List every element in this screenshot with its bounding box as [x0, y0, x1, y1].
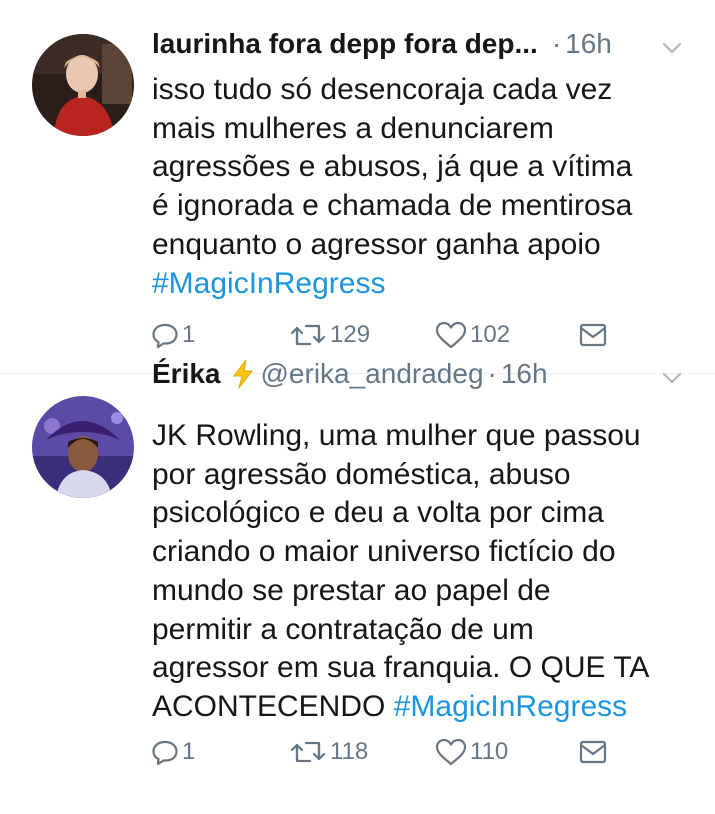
reply-count: 1 — [182, 321, 196, 348]
avatar[interactable] — [32, 34, 134, 136]
envelope-icon — [578, 737, 608, 767]
tweet-text-line: por agressão doméstica, abuso — [152, 457, 571, 491]
reply-icon — [150, 737, 180, 767]
tweet-text: JK Rowling, uma mulher que passou por ag… — [152, 417, 685, 727]
tweet-text-line: mais mulheres a denunciarem — [152, 111, 554, 145]
hashtag-link[interactable]: #MagicInRegress — [394, 690, 627, 723]
display-name[interactable]: laurinha fora depp fora dep... — [152, 28, 538, 60]
reply-button[interactable]: 1 — [150, 737, 195, 767]
avatar[interactable] — [32, 396, 134, 498]
tweet-text-line: isso tudo só desencoraja cada vez — [152, 73, 613, 106]
separator-dot: · — [551, 28, 562, 59]
tweet-text-line: ACONTECENDO — [152, 689, 386, 723]
hashtag-link[interactable]: #MagicInRegress — [152, 267, 385, 300]
tweet-text-line: agressões e abusos, já que a vítima — [152, 150, 633, 184]
display-name[interactable]: Érika — [152, 358, 221, 390]
lightning-emoji — [231, 359, 255, 389]
retweet-count: 129 — [330, 321, 371, 348]
tweet-text-line: psicológico e deu a volta por cima — [152, 496, 604, 530]
like-count: 102 — [470, 321, 511, 348]
like-button[interactable]: 110 — [434, 737, 508, 767]
tweet-header: laurinha fora depp fora dep... · 16h — [152, 28, 691, 60]
chevron-down-icon[interactable] — [661, 364, 683, 396]
tweet-text-line: criando o maior universo fictício do — [152, 535, 616, 569]
tweet-text-line: enquanto o agressor ganha apoio — [152, 227, 601, 261]
heart-icon — [434, 737, 468, 767]
retweet-count: 118 — [330, 738, 369, 765]
retweet-button[interactable]: 118 — [288, 737, 368, 767]
tweet-header: Érika @erika_andradeg · 16h — [152, 358, 691, 390]
direct-message-button[interactable] — [578, 320, 608, 350]
tweet-actions: 1 129 102 — [150, 320, 685, 360]
user-handle[interactable]: @erika_andradeg — [261, 358, 484, 390]
retweet-button[interactable]: 129 — [288, 320, 370, 350]
like-button[interactable]: 102 — [434, 320, 510, 350]
tweet-text-line: agressor em sua franquia. O QUE TA — [152, 651, 650, 685]
tweet-text-line: é ignorada e chamada de mentirosa — [152, 189, 633, 223]
tweet-text-line: permitir a contratação de um — [152, 612, 534, 646]
tweet-text-line: mundo se prestar ao papel de — [152, 573, 551, 607]
retweet-icon — [288, 737, 328, 767]
chevron-down-icon[interactable] — [661, 34, 683, 66]
envelope-icon — [578, 320, 608, 350]
direct-message-button[interactable] — [578, 737, 608, 767]
timestamp[interactable]: 16h — [565, 28, 612, 60]
separator-dot: · — [487, 358, 497, 389]
tweet-text-line: JK Rowling, uma mulher que passou — [152, 419, 641, 452]
tweet-text: isso tudo só desencoraja cada vez mais m… — [152, 71, 685, 303]
timestamp[interactable]: 16h — [501, 358, 548, 390]
tweet[interactable]: laurinha fora depp fora dep... · 16h iss… — [0, 0, 715, 374]
like-count: 110 — [470, 738, 509, 765]
retweet-icon — [288, 320, 328, 350]
reply-button[interactable]: 1 — [150, 320, 195, 350]
heart-icon — [434, 320, 468, 350]
tweet-actions: 1 118 110 — [150, 737, 685, 777]
reply-icon — [150, 320, 180, 350]
tweet[interactable]: Érika @erika_andradeg · 16h JK Rowling, … — [0, 358, 715, 814]
reply-count: 1 — [182, 738, 196, 765]
